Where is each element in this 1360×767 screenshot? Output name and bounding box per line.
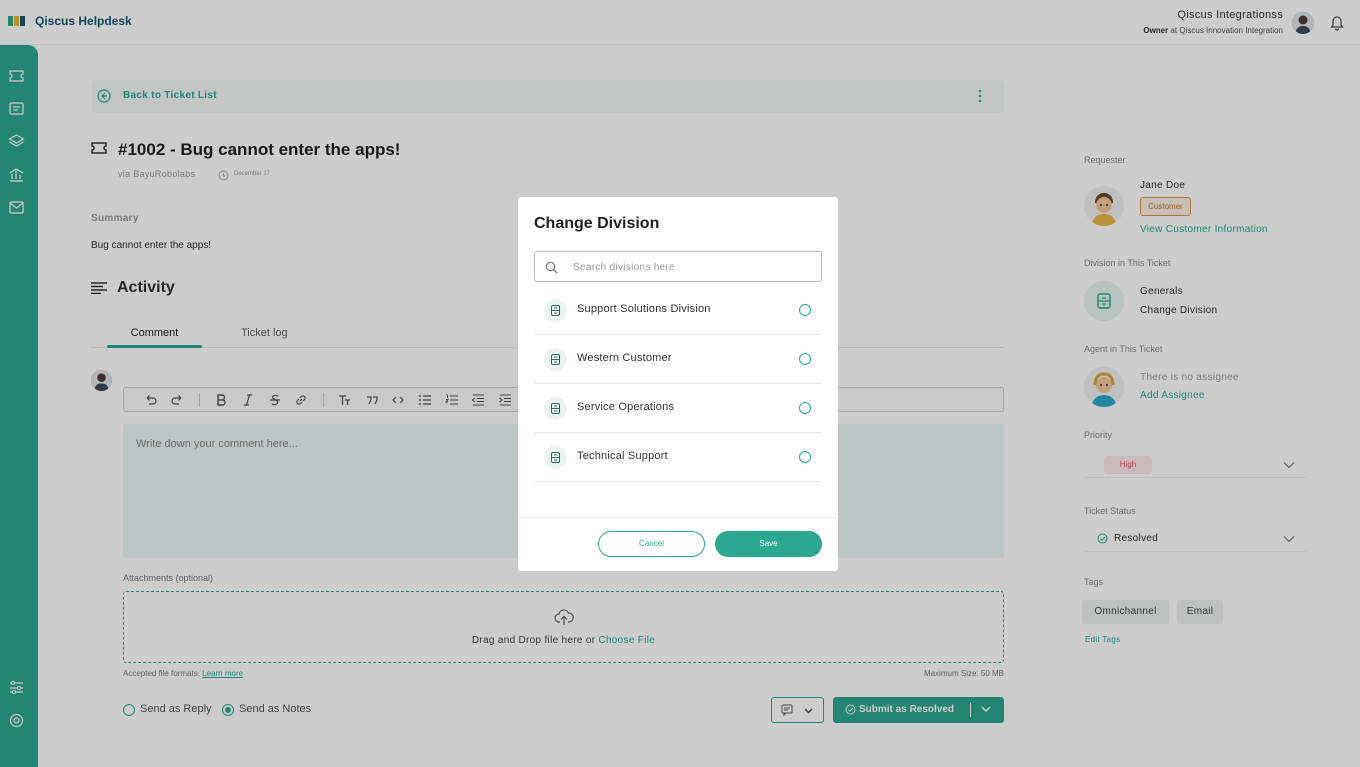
division-search-box: [534, 251, 822, 282]
search-icon: [545, 261, 558, 274]
division-radio[interactable]: [799, 402, 811, 414]
division-option[interactable]: Technical Support: [534, 433, 822, 482]
save-button[interactable]: Save: [715, 531, 822, 557]
division-radio[interactable]: [799, 353, 811, 365]
division-option[interactable]: Service Operations: [534, 384, 822, 433]
division-option-label: Technical Support: [577, 450, 668, 462]
dialog-footer-divider: [518, 517, 838, 518]
division-option[interactable]: Support Solutions Division: [534, 286, 822, 335]
division-option-label: Service Operations: [577, 401, 675, 413]
division-icon: [544, 446, 567, 469]
division-search-input[interactable]: [573, 257, 813, 277]
cancel-button[interactable]: Cancel: [598, 531, 705, 557]
dialog-title: Change Division: [534, 215, 660, 232]
division-option[interactable]: Western Customer: [534, 335, 822, 384]
division-option-label: Western Customer: [577, 352, 672, 364]
division-icon: [544, 348, 567, 371]
division-icon: [544, 397, 567, 420]
division-option-label: Support Solutions Division: [577, 303, 711, 315]
division-icon: [544, 299, 567, 322]
division-radio[interactable]: [799, 451, 811, 463]
change-division-dialog: Change Division Support Solutions Divisi…: [518, 197, 838, 571]
division-radio[interactable]: [799, 304, 811, 316]
